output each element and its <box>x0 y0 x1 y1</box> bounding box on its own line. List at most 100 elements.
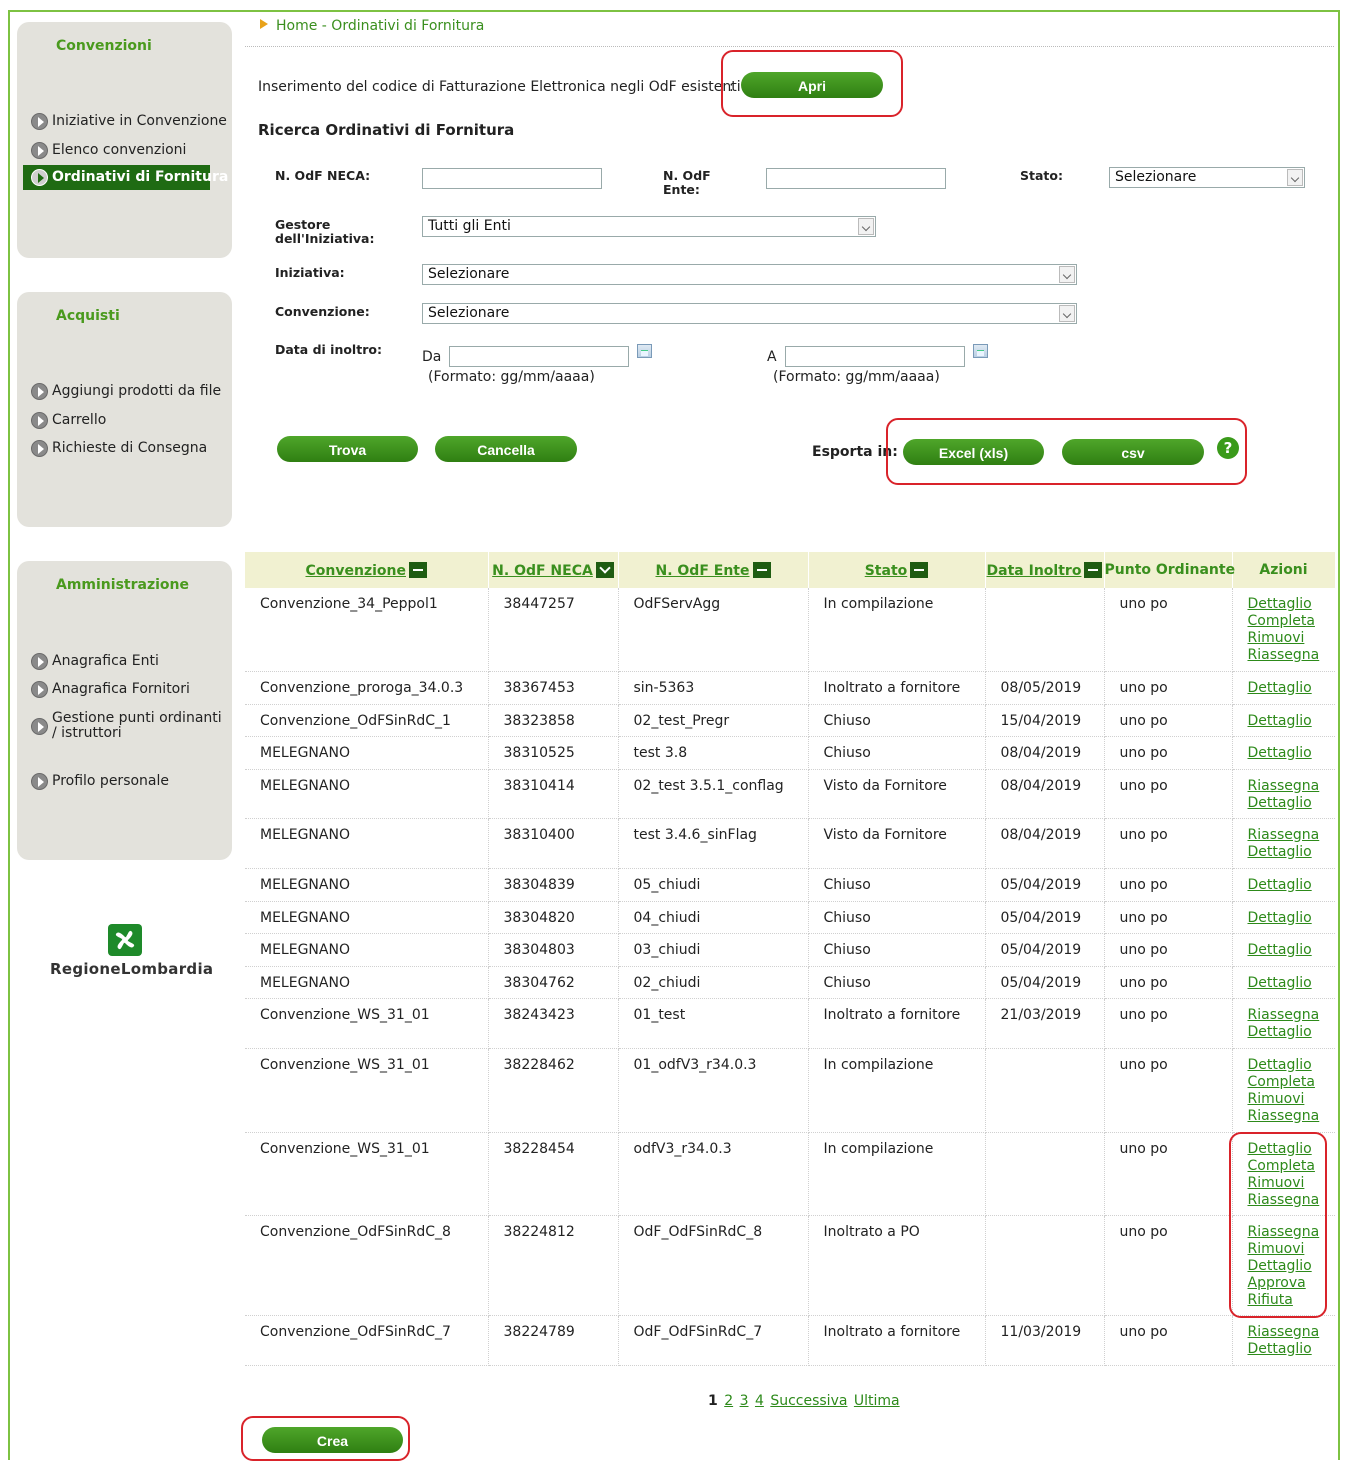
page-next-link[interactable]: Successiva <box>770 1393 847 1409</box>
sidebar-item-richieste-consegna[interactable]: Richieste di Consegna <box>31 440 207 457</box>
odf-neca-input[interactable] <box>422 168 602 189</box>
action-link-dettaglio[interactable]: Dettaglio <box>1248 844 1336 861</box>
cell-punto-ordinante: uno po <box>1104 704 1233 737</box>
cell-azioni: Dettaglio <box>1232 736 1336 770</box>
table-row: MELEGNANO 38304762 02_chiudi Chiuso 05/04/20… <box>245 966 1336 999</box>
action-link-dettaglio[interactable]: Dettaglio <box>1248 975 1336 992</box>
convenzione-select[interactable]: Selezionare <box>422 303 1077 324</box>
action-link-dettaglio[interactable]: Dettaglio <box>1248 1141 1336 1158</box>
col-header-stato[interactable]: Stato <box>808 552 986 588</box>
cell-azioni: Dettaglio Completa Rimuovi Riassegna <box>1232 588 1336 672</box>
action-link-dettaglio[interactable]: Dettaglio <box>1248 1057 1336 1074</box>
sidebar-item-anagrafica-enti[interactable]: Anagrafica Enti <box>31 653 159 670</box>
action-link-completa[interactable]: Completa <box>1248 613 1336 630</box>
sidebar-item-carrello[interactable]: Carrello <box>31 412 106 429</box>
excel-export-button[interactable]: Excel (xls) <box>903 439 1044 465</box>
csv-export-button[interactable]: csv <box>1062 439 1204 465</box>
calendar-icon[interactable] <box>973 344 988 358</box>
action-link-dettaglio[interactable]: Dettaglio <box>1248 877 1336 894</box>
action-link-riassegna[interactable]: Riassegna <box>1248 827 1336 844</box>
action-link-completa[interactable]: Completa <box>1248 1074 1336 1091</box>
action-link-rimuovi[interactable]: Rimuovi <box>1248 630 1336 647</box>
sidebar-item-label: Iniziative in Convenzione <box>52 113 227 129</box>
play-bullet-icon <box>31 653 48 670</box>
sidebar-item-profilo-personale[interactable]: Profilo personale <box>31 773 169 790</box>
page-link-3[interactable]: 3 <box>740 1393 749 1409</box>
table-row: MELEGNANO 38310400 test 3.4.6_sinFlag Visto… <box>245 818 1336 869</box>
sort-icon[interactable] <box>910 561 929 578</box>
iniziativa-select[interactable]: Selezionare <box>422 264 1077 285</box>
action-link-dettaglio[interactable]: Dettaglio <box>1248 1258 1336 1275</box>
action-link-riassegna[interactable]: Riassegna <box>1248 1108 1336 1125</box>
action-link-dettaglio[interactable]: Dettaglio <box>1248 680 1336 697</box>
cell-odf-ente: sin-5363 <box>618 671 809 705</box>
stato-select-value: Selezionare <box>1115 169 1197 185</box>
table-row: MELEGNANO 38304839 05_chiudi Chiuso 05/04/20… <box>245 868 1336 902</box>
trova-button[interactable]: Trova <box>277 436 418 462</box>
data-inoltro-label: Data di inoltro: <box>275 342 382 357</box>
calendar-icon[interactable] <box>637 344 652 358</box>
cell-stato: Chiuso <box>808 966 986 999</box>
sort-icon[interactable] <box>595 561 614 578</box>
page-current: 1 <box>708 1393 718 1409</box>
page-last-link[interactable]: Ultima <box>854 1393 900 1409</box>
sidebar-item-label: Carrello <box>52 412 107 428</box>
sidebar-item-elenco-convenzioni[interactable]: Elenco convenzioni <box>31 142 186 159</box>
action-link-riassegna[interactable]: Riassegna <box>1248 1007 1336 1024</box>
action-link-rimuovi[interactable]: Rimuovi <box>1248 1091 1336 1108</box>
page-link-4[interactable]: 4 <box>755 1393 764 1409</box>
action-link-riassegna[interactable]: Riassegna <box>1248 1224 1336 1241</box>
action-link-rimuovi[interactable]: Rimuovi <box>1248 1175 1336 1192</box>
sidebar-item-aggiungi-prodotti[interactable]: Aggiungi prodotti da file <box>31 383 221 400</box>
action-link-riassegna[interactable]: Riassegna <box>1248 1324 1336 1341</box>
sort-icon[interactable] <box>408 561 427 578</box>
action-link-dettaglio[interactable]: Dettaglio <box>1248 910 1336 927</box>
action-link-dettaglio[interactable]: Dettaglio <box>1248 1024 1336 1041</box>
sidebar-item-ordinativi-active[interactable]: Ordinativi di Fornitura <box>23 165 228 190</box>
help-icon[interactable]: ? <box>1217 437 1239 459</box>
breadcrumb[interactable]: Home - Ordinativi di Fornitura <box>260 18 484 34</box>
odf-ente-input[interactable] <box>766 168 946 189</box>
crea-button[interactable]: Crea <box>262 1427 403 1453</box>
stato-select[interactable]: Selezionare <box>1109 167 1305 188</box>
cell-azioni: Riassegna Dettaglio <box>1232 1315 1336 1366</box>
action-link-riassegna[interactable]: Riassegna <box>1248 778 1336 795</box>
action-link-dettaglio[interactable]: Dettaglio <box>1248 942 1336 959</box>
action-link-approva[interactable]: Approva <box>1248 1275 1336 1292</box>
table-row: Convenzione_OdFSinRdC_1 38323858 02_test_P… <box>245 704 1336 737</box>
cell-data-inoltro: 05/04/2019 <box>985 868 1105 902</box>
sort-icon[interactable] <box>1084 561 1103 578</box>
cell-data-inoltro: 08/04/2019 <box>985 769 1105 819</box>
action-link-dettaglio[interactable]: Dettaglio <box>1248 596 1336 613</box>
action-link-dettaglio[interactable]: Dettaglio <box>1248 795 1336 812</box>
cell-odf-ente: 05_chiudi <box>618 868 809 902</box>
page-link-2[interactable]: 2 <box>724 1393 733 1409</box>
action-link-riassegna[interactable]: Riassegna <box>1248 647 1336 664</box>
col-header-odf-neca[interactable]: N. OdF NECA <box>488 552 619 588</box>
col-header-convenzione[interactable]: Convenzione <box>245 552 489 588</box>
panel-title-convenzioni: Convenzioni <box>56 38 152 54</box>
sidebar-item-iniziative[interactable]: Iniziative in Convenzione <box>31 113 227 130</box>
action-link-rimuovi[interactable]: Rimuovi <box>1248 1241 1336 1258</box>
table-row: MELEGNANO 38310414 02_test 3.5.1_conflag Vi… <box>245 769 1336 819</box>
col-header-odf-ente[interactable]: N. OdF Ente <box>618 552 809 588</box>
sidebar-item-gestione-punti-ordinanti[interactable]: Gestione punti ordinanti / istruttori <box>31 711 222 741</box>
action-link-dettaglio[interactable]: Dettaglio <box>1248 713 1336 730</box>
data-da-input[interactable] <box>449 346 629 367</box>
action-link-dettaglio[interactable]: Dettaglio <box>1248 745 1336 762</box>
cell-data-inoltro: 05/04/2019 <box>985 901 1105 934</box>
data-a-input[interactable] <box>785 346 965 367</box>
sort-icon[interactable] <box>752 561 771 578</box>
cell-convenzione: MELEGNANO <box>245 736 489 770</box>
cancella-button[interactable]: Cancella <box>435 436 577 462</box>
cell-data-inoltro <box>985 1132 1105 1216</box>
gestore-select[interactable]: Tutti gli Enti <box>422 216 876 237</box>
sidebar-item-anagrafica-fornitori[interactable]: Anagrafica Fornitori <box>31 681 190 698</box>
apri-button[interactable]: Apri <box>741 72 883 98</box>
action-link-riassegna[interactable]: Riassegna <box>1248 1192 1336 1209</box>
cell-punto-ordinante: uno po <box>1104 901 1233 934</box>
col-header-data-inoltro[interactable]: Data Inoltro <box>985 552 1105 588</box>
action-link-rifiuta[interactable]: Rifiuta <box>1248 1292 1336 1309</box>
action-link-completa[interactable]: Completa <box>1248 1158 1336 1175</box>
action-link-dettaglio[interactable]: Dettaglio <box>1248 1341 1336 1358</box>
